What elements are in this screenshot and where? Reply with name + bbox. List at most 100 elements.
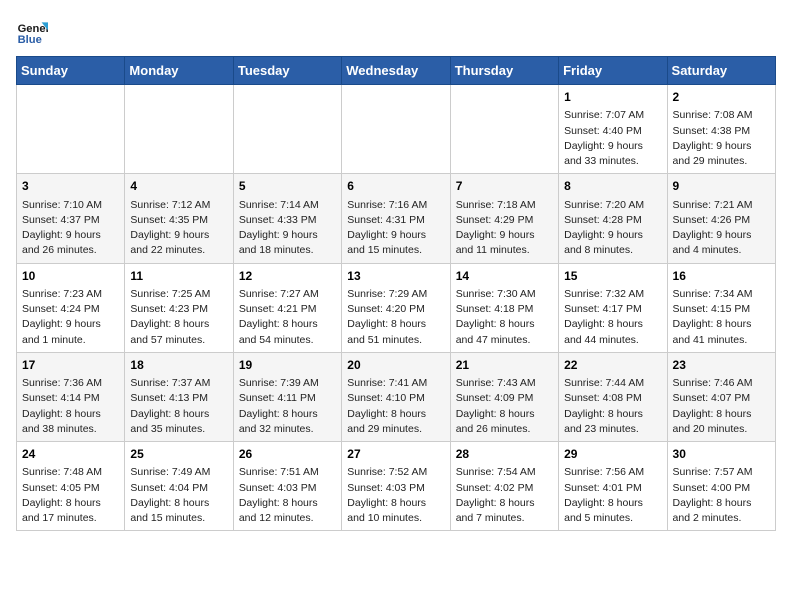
calendar-body: 1Sunrise: 7:07 AM Sunset: 4:40 PM Daylig… bbox=[17, 85, 776, 531]
day-number: 23 bbox=[673, 357, 770, 374]
calendar-cell: 9Sunrise: 7:21 AM Sunset: 4:26 PM Daylig… bbox=[667, 174, 775, 263]
day-number: 19 bbox=[239, 357, 336, 374]
calendar-cell: 11 Sunrise: 7:25 AM Sunset: 4:23 PM Dayli… bbox=[125, 263, 233, 352]
day-info: Sunrise: 7:43 AM Sunset: 4:09 PM Dayligh… bbox=[456, 376, 553, 437]
day-number: 28 bbox=[456, 446, 553, 463]
day-info: Sunrise: 7:48 AM Sunset: 4:05 PM Dayligh… bbox=[22, 465, 119, 526]
day-of-week-header: Friday bbox=[559, 57, 667, 85]
day-of-week-header: Monday bbox=[125, 57, 233, 85]
day-number: 5 bbox=[239, 178, 336, 195]
day-number: 7 bbox=[456, 178, 553, 195]
calendar-cell: 22 Sunrise: 7:44 AM Sunset: 4:08 PM Dayli… bbox=[559, 352, 667, 441]
calendar-cell: 24Sunrise: 7:48 AM Sunset: 4:05 PM Dayli… bbox=[17, 442, 125, 531]
day-of-week-header: Sunday bbox=[17, 57, 125, 85]
day-info: Sunrise: 7:32 AM Sunset: 4:17 PM Dayligh… bbox=[564, 287, 661, 348]
day-number: 8 bbox=[564, 178, 661, 195]
day-info: Sunrise: 7:16 AM Sunset: 4:31 PM Dayligh… bbox=[347, 198, 444, 259]
day-number: 4 bbox=[130, 178, 227, 195]
day-number: 3 bbox=[22, 178, 119, 195]
logo: General Blue bbox=[16, 16, 48, 48]
day-number: 16 bbox=[673, 268, 770, 285]
day-info: Sunrise: 7:39 AM Sunset: 4:11 PM Dayligh… bbox=[239, 376, 336, 437]
day-info: Sunrise: 7:30 AM Sunset: 4:18 PM Dayligh… bbox=[456, 287, 553, 348]
day-number: 9 bbox=[673, 178, 770, 195]
calendar-cell: 5 Sunrise: 7:14 AM Sunset: 4:33 PM Daylig… bbox=[233, 174, 341, 263]
day-of-week-header: Tuesday bbox=[233, 57, 341, 85]
day-number: 11 bbox=[130, 268, 227, 285]
day-number: 14 bbox=[456, 268, 553, 285]
calendar-week-row: 3Sunrise: 7:10 AM Sunset: 4:37 PM Daylig… bbox=[17, 174, 776, 263]
day-number: 17 bbox=[22, 357, 119, 374]
day-info: Sunrise: 7:41 AM Sunset: 4:10 PM Dayligh… bbox=[347, 376, 444, 437]
calendar-cell bbox=[450, 85, 558, 174]
day-number: 2 bbox=[673, 89, 770, 106]
day-number: 29 bbox=[564, 446, 661, 463]
day-info: Sunrise: 7:12 AM Sunset: 4:35 PM Dayligh… bbox=[130, 198, 227, 259]
calendar-cell: 7Sunrise: 7:18 AM Sunset: 4:29 PM Daylig… bbox=[450, 174, 558, 263]
day-info: Sunrise: 7:51 AM Sunset: 4:03 PM Dayligh… bbox=[239, 465, 336, 526]
calendar-cell bbox=[17, 85, 125, 174]
day-number: 21 bbox=[456, 357, 553, 374]
day-info: Sunrise: 7:27 AM Sunset: 4:21 PM Dayligh… bbox=[239, 287, 336, 348]
day-info: Sunrise: 7:25 AM Sunset: 4:23 PM Dayligh… bbox=[130, 287, 227, 348]
day-number: 27 bbox=[347, 446, 444, 463]
calendar-cell: 23Sunrise: 7:46 AM Sunset: 4:07 PM Dayli… bbox=[667, 352, 775, 441]
day-info: Sunrise: 7:49 AM Sunset: 4:04 PM Dayligh… bbox=[130, 465, 227, 526]
calendar-cell: 1Sunrise: 7:07 AM Sunset: 4:40 PM Daylig… bbox=[559, 85, 667, 174]
day-info: Sunrise: 7:44 AM Sunset: 4:08 PM Dayligh… bbox=[564, 376, 661, 437]
calendar-week-row: 17Sunrise: 7:36 AM Sunset: 4:14 PM Dayli… bbox=[17, 352, 776, 441]
day-info: Sunrise: 7:34 AM Sunset: 4:15 PM Dayligh… bbox=[673, 287, 770, 348]
calendar-cell: 4 Sunrise: 7:12 AM Sunset: 4:35 PM Daylig… bbox=[125, 174, 233, 263]
day-number: 22 bbox=[564, 357, 661, 374]
day-of-week-header: Wednesday bbox=[342, 57, 450, 85]
day-number: 26 bbox=[239, 446, 336, 463]
day-number: 25 bbox=[130, 446, 227, 463]
calendar-cell bbox=[233, 85, 341, 174]
days-of-week-row: SundayMondayTuesdayWednesdayThursdayFrid… bbox=[17, 57, 776, 85]
calendar-cell: 14 Sunrise: 7:30 AM Sunset: 4:18 PM Dayli… bbox=[450, 263, 558, 352]
calendar-cell bbox=[342, 85, 450, 174]
logo-icon: General Blue bbox=[16, 16, 48, 48]
day-info: Sunrise: 7:14 AM Sunset: 4:33 PM Dayligh… bbox=[239, 198, 336, 259]
calendar-cell: 3Sunrise: 7:10 AM Sunset: 4:37 PM Daylig… bbox=[17, 174, 125, 263]
calendar-cell: 19 Sunrise: 7:39 AM Sunset: 4:11 PM Dayli… bbox=[233, 352, 341, 441]
day-number: 12 bbox=[239, 268, 336, 285]
calendar-cell bbox=[125, 85, 233, 174]
day-of-week-header: Saturday bbox=[667, 57, 775, 85]
calendar-cell: 2Sunrise: 7:08 AM Sunset: 4:38 PM Daylig… bbox=[667, 85, 775, 174]
day-info: Sunrise: 7:52 AM Sunset: 4:03 PM Dayligh… bbox=[347, 465, 444, 526]
calendar-cell: 28Sunrise: 7:54 AM Sunset: 4:02 PM Dayli… bbox=[450, 442, 558, 531]
calendar-cell: 16 Sunrise: 7:34 AM Sunset: 4:15 PM Dayli… bbox=[667, 263, 775, 352]
svg-text:Blue: Blue bbox=[18, 34, 42, 46]
day-number: 10 bbox=[22, 268, 119, 285]
day-of-week-header: Thursday bbox=[450, 57, 558, 85]
calendar-cell: 13 Sunrise: 7:29 AM Sunset: 4:20 PM Dayli… bbox=[342, 263, 450, 352]
calendar-cell: 21 Sunrise: 7:43 AM Sunset: 4:09 PM Dayli… bbox=[450, 352, 558, 441]
calendar-cell: 12 Sunrise: 7:27 AM Sunset: 4:21 PM Dayli… bbox=[233, 263, 341, 352]
day-info: Sunrise: 7:57 AM Sunset: 4:00 PM Dayligh… bbox=[673, 465, 770, 526]
day-number: 18 bbox=[130, 357, 227, 374]
day-info: Sunrise: 7:56 AM Sunset: 4:01 PM Dayligh… bbox=[564, 465, 661, 526]
day-number: 13 bbox=[347, 268, 444, 285]
day-number: 1 bbox=[564, 89, 661, 106]
day-number: 6 bbox=[347, 178, 444, 195]
day-info: Sunrise: 7:20 AM Sunset: 4:28 PM Dayligh… bbox=[564, 198, 661, 259]
calendar-cell: 10Sunrise: 7:23 AM Sunset: 4:24 PM Dayli… bbox=[17, 263, 125, 352]
day-info: Sunrise: 7:37 AM Sunset: 4:13 PM Dayligh… bbox=[130, 376, 227, 437]
calendar-week-row: 10Sunrise: 7:23 AM Sunset: 4:24 PM Dayli… bbox=[17, 263, 776, 352]
day-number: 15 bbox=[564, 268, 661, 285]
calendar-cell: 18 Sunrise: 7:37 AM Sunset: 4:13 PM Dayli… bbox=[125, 352, 233, 441]
calendar-cell: 17Sunrise: 7:36 AM Sunset: 4:14 PM Dayli… bbox=[17, 352, 125, 441]
svg-text:General: General bbox=[18, 23, 48, 35]
calendar-table: SundayMondayTuesdayWednesdayThursdayFrid… bbox=[16, 56, 776, 531]
day-number: 20 bbox=[347, 357, 444, 374]
header: General Blue bbox=[16, 16, 776, 48]
day-info: Sunrise: 7:29 AM Sunset: 4:20 PM Dayligh… bbox=[347, 287, 444, 348]
calendar-cell: 8 Sunrise: 7:20 AM Sunset: 4:28 PM Daylig… bbox=[559, 174, 667, 263]
calendar-cell: 15 Sunrise: 7:32 AM Sunset: 4:17 PM Dayli… bbox=[559, 263, 667, 352]
calendar-cell: 25 Sunrise: 7:49 AM Sunset: 4:04 PM Dayli… bbox=[125, 442, 233, 531]
calendar-cell: 29 Sunrise: 7:56 AM Sunset: 4:01 PM Dayli… bbox=[559, 442, 667, 531]
calendar-cell: 30Sunrise: 7:57 AM Sunset: 4:00 PM Dayli… bbox=[667, 442, 775, 531]
calendar-week-row: 24Sunrise: 7:48 AM Sunset: 4:05 PM Dayli… bbox=[17, 442, 776, 531]
calendar-cell: 27 Sunrise: 7:52 AM Sunset: 4:03 PM Dayli… bbox=[342, 442, 450, 531]
